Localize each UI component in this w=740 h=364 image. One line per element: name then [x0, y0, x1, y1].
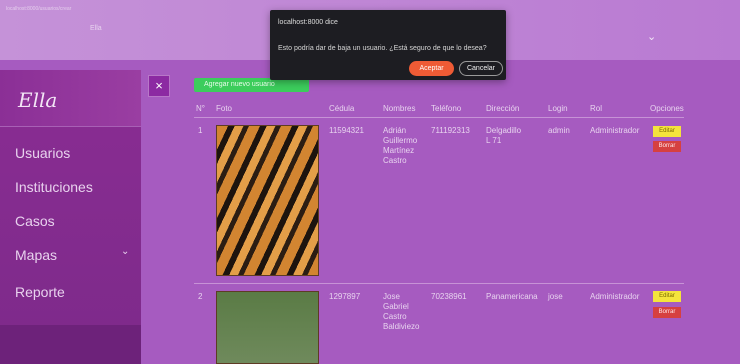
browser-tab-title[interactable]: localhost:8000/usuarios/crear	[6, 6, 71, 12]
row1-direccion: Delgadillo L 71	[486, 126, 522, 145]
row1-cedula: 11594321	[329, 126, 364, 135]
header-nombres: Nombres	[383, 104, 416, 113]
sidebar-footer	[0, 325, 141, 364]
row1-nombres: Adrián Guillermo Martínez Castro	[383, 126, 418, 165]
row-divider	[194, 283, 684, 284]
row2-login: jose	[548, 292, 563, 301]
sidebar-item-casos[interactable]: Casos	[15, 213, 55, 229]
close-button[interactable]: ×	[148, 75, 170, 97]
chevron-down-icon[interactable]: ⌄	[121, 246, 129, 257]
dialog-message: Esto podría dar de baja un usuario. ¿Est…	[278, 45, 487, 52]
header-num: N°	[196, 104, 205, 113]
tab-marker: Ella	[90, 25, 102, 32]
row2-num: 2	[198, 292, 203, 301]
sidebar-item-mapas[interactable]: Mapas	[15, 247, 57, 263]
sidebar-item-usuarios[interactable]: Usuarios	[15, 145, 70, 161]
cancel-button[interactable]: Cancelar	[459, 61, 503, 76]
logo: Ella	[18, 88, 58, 112]
row2-rol: Administrador	[590, 292, 640, 301]
header-opciones: Opciones	[650, 104, 684, 113]
row1-num: 1	[198, 126, 203, 135]
row1-edit-button[interactable]: Editar	[653, 126, 681, 137]
header-divider	[194, 117, 684, 118]
row2-direccion: Panamericana	[486, 292, 538, 301]
row2-delete-button[interactable]: Borrar	[653, 307, 681, 318]
header-rol: Rol	[590, 104, 603, 113]
confirm-dialog: localhost:8000 dice Esto podría dar de b…	[270, 10, 506, 80]
logo-area: Ella	[0, 70, 141, 127]
header-login: Login	[548, 104, 568, 113]
row1-delete-button[interactable]: Borrar	[653, 141, 681, 152]
dialog-title: localhost:8000 dice	[278, 19, 338, 26]
sidebar-item-instituciones[interactable]: Instituciones	[15, 179, 93, 195]
row2-telefono: 70238961	[431, 292, 467, 301]
header-telefono: Teléfono	[431, 104, 462, 113]
header-direccion: Dirección	[486, 104, 520, 113]
sidebar-item-reporte[interactable]: Reporte	[15, 284, 65, 300]
row1-telefono: 711192313	[431, 126, 470, 135]
row2-photo	[216, 291, 319, 364]
add-user-button[interactable]: Agregar nuevo usuario	[194, 78, 309, 92]
row2-cedula: 1297897	[329, 292, 361, 301]
row1-login: admin	[548, 126, 570, 135]
header-foto: Foto	[216, 104, 233, 113]
row2-edit-button[interactable]: Editar	[653, 291, 681, 302]
row1-rol: Administrador	[590, 126, 640, 135]
accept-button[interactable]: Aceptar	[409, 61, 454, 76]
chevron-down-icon[interactable]: ⌄	[647, 30, 656, 43]
header-cedula: Cédula	[329, 104, 355, 113]
sidebar: Ella Usuarios Instituciones Casos Mapas …	[0, 70, 141, 364]
row1-photo	[216, 125, 319, 276]
row2-nombres: Jose Gabriel Castro Baldiviezo	[383, 292, 420, 331]
